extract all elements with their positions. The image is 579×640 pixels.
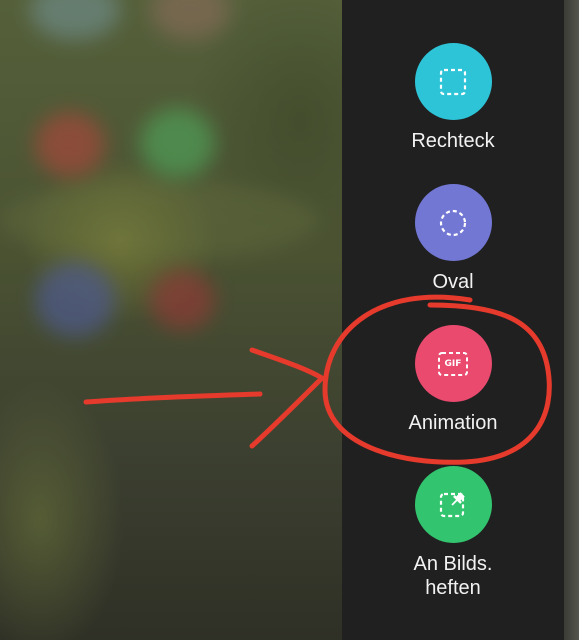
pin-label-line2: heften [425,577,481,599]
rectangle-option[interactable]: Rechteck [342,43,564,153]
blurred-app-icon [140,108,215,178]
pin-to-screen-option[interactable]: An Bilds. heften [342,466,564,600]
pin-icon [439,491,465,517]
animation-option[interactable]: GIF Animation [342,325,564,435]
animation-button[interactable]: GIF [414,325,492,402]
pin-to-screen-button[interactable] [414,466,492,543]
blurred-app-icon [35,112,105,177]
gif-icon-text: GIF [444,358,462,369]
blurred-app-icon [35,262,115,337]
rectangle-label: Rechteck [411,130,495,152]
dashed-square-icon [439,68,467,95]
oval-label: Oval [432,271,474,293]
blurred-app-icon [150,270,215,330]
smart-select-panel: Rechteck Oval GIF Animation An Bilds. he… [342,0,564,640]
oval-option[interactable]: Oval [342,184,564,294]
screen-edge [564,0,579,640]
blurred-app-icon [150,0,230,40]
animation-label: Animation [408,412,498,434]
rectangle-button[interactable] [414,43,492,120]
pin-to-screen-label: An Bilds. heften [342,552,564,600]
dashed-circle-icon [439,209,467,236]
pin-label-line1: An Bilds. [413,553,493,575]
blurred-app-icon [30,0,120,40]
blurred-shape [0,180,320,260]
oval-button[interactable] [414,184,492,261]
